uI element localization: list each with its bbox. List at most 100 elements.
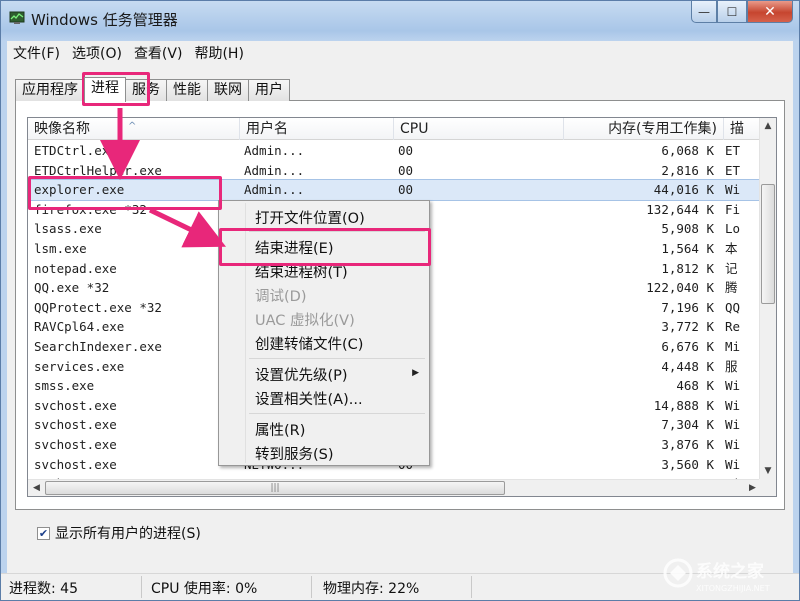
cell-cpu: 00	[398, 162, 414, 178]
cell-memory: 4,448 K	[661, 358, 714, 374]
cell-memory: 1,812 K	[661, 260, 714, 276]
sort-ascending-icon: ^	[128, 121, 137, 132]
maximize-button[interactable]: ☐	[717, 1, 747, 23]
menu-go-to-service[interactable]: 转到服务(S)	[255, 443, 334, 464]
watermark-logo: 系统之家 XITONGZHIJIA.NET	[663, 558, 770, 593]
vertical-scrollbar[interactable]: ▲ ▼	[759, 118, 776, 480]
show-all-users-checkbox[interactable]: ✔	[37, 526, 50, 540]
cell-description: Wi	[725, 436, 741, 452]
cell-image-name: QQ.exe *32	[34, 280, 110, 296]
highlight-end-process	[219, 228, 431, 266]
cell-description: Wi	[725, 378, 741, 394]
tab-networking[interactable]: 联网	[207, 79, 249, 101]
cell-memory: 44,016 K	[653, 182, 714, 198]
menu-debug: 调试(D)	[255, 289, 307, 305]
menu-create-dump-file[interactable]: 创建转储文件(C)	[255, 333, 363, 354]
menu-help[interactable]: 帮助(H)	[188, 43, 249, 63]
menu-separator	[249, 413, 425, 414]
tab-users[interactable]: 用户	[248, 79, 290, 101]
column-memory[interactable]: 内存(专用工作集)	[564, 118, 724, 140]
status-separator	[141, 576, 142, 598]
cell-memory: 7,196 K	[661, 299, 714, 315]
tab-applications[interactable]: 应用程序	[15, 79, 85, 101]
vertical-scroll-thumb[interactable]	[761, 184, 775, 304]
menu-set-priority[interactable]: 设置优先级(P)	[255, 364, 348, 385]
status-separator	[311, 576, 312, 598]
cell-description: Fi	[725, 201, 741, 217]
cell-memory: 132,644 K	[646, 201, 714, 217]
cell-image-name: svchost.exe	[34, 436, 117, 452]
cell-image-name: svchost.exe	[34, 456, 117, 472]
close-icon: ✕	[764, 3, 776, 20]
table-row[interactable]: ETDCtrl.exe Admin... 00 6,068 K ET	[28, 141, 761, 161]
cell-description: Re	[725, 319, 741, 335]
horizontal-scroll-thumb[interactable]: |||	[45, 481, 505, 495]
menu-set-affinity[interactable]: 设置相关性(A)...	[255, 388, 363, 409]
close-button[interactable]: ✕	[747, 1, 793, 23]
cell-description: 记	[725, 260, 738, 276]
minimize-button[interactable]: —	[691, 1, 717, 23]
submenu-arrow-icon: ▶	[412, 368, 419, 378]
column-cpu[interactable]: CPU	[394, 118, 564, 140]
cell-image-name: notepad.exe	[34, 260, 117, 276]
cell-image-name: SearchIndexer.exe	[34, 338, 162, 354]
scroll-up-icon[interactable]: ▲	[760, 118, 776, 135]
cell-image-name: RAVCpl64.exe	[34, 319, 125, 335]
menu-uac-virtualization: UAC 虚拟化(V)	[255, 313, 355, 329]
cell-memory: 2,816 K	[661, 162, 714, 178]
menu-view[interactable]: 查看(V)	[128, 43, 189, 63]
cell-description: ET	[725, 143, 741, 158]
cell-memory: 5,908 K	[661, 221, 714, 237]
cell-image-name: smss.exe	[34, 378, 95, 394]
cell-image-name: svchost.exe	[34, 397, 117, 413]
cell-memory: 3,772 K	[661, 319, 714, 335]
menu-options[interactable]: 选项(O)	[66, 43, 128, 63]
menu-bar: 文件(F) 选项(O) 查看(V) 帮助(H)	[7, 41, 793, 65]
cell-cpu: 00	[398, 143, 414, 158]
tab-processes[interactable]: 进程	[84, 77, 126, 102]
watermark-brand: 系统之家	[696, 561, 764, 582]
cell-memory: 7,304 K	[661, 417, 714, 433]
cell-cpu: 00	[398, 182, 414, 198]
cell-description: Wi	[725, 182, 741, 198]
column-image-name[interactable]: 映像名称 ^	[28, 118, 240, 140]
menu-properties[interactable]: 属性(R)	[255, 419, 305, 440]
watermark-sub: XITONGZHIJIA.NET	[696, 584, 770, 593]
list-header: 映像名称 ^ 用户名 CPU 内存(专用工作集) 描	[28, 118, 761, 140]
cell-image-name: lsm.exe	[34, 240, 87, 256]
title-bar[interactable]: Windows 任务管理器 — ☐ ✕	[1, 1, 799, 37]
scroll-left-icon[interactable]: ◀	[28, 480, 45, 496]
cell-image-name: lsass.exe	[34, 221, 102, 237]
cell-image-name: services.exe	[34, 358, 125, 374]
task-manager-icon	[9, 11, 25, 24]
menu-open-file-location[interactable]: 打开文件位置(O)	[255, 207, 365, 228]
minimize-icon: —	[698, 4, 710, 19]
cell-description: Lo	[725, 221, 741, 237]
cell-description: 腾	[725, 280, 738, 296]
tab-performance[interactable]: 性能	[166, 79, 208, 101]
column-user-name[interactable]: 用户名	[240, 118, 394, 140]
window-title: Windows 任务管理器	[31, 11, 178, 29]
cell-user-name: Admin...	[244, 162, 305, 178]
cell-description: 本	[725, 240, 738, 256]
show-all-users-option[interactable]: ✔ 显示所有用户的进程(S)	[37, 523, 201, 543]
cell-memory: 14,888 K	[653, 397, 714, 413]
cell-memory: 468 K	[676, 378, 714, 394]
cell-image-name: ETDCtrl.exe	[34, 143, 117, 158]
cell-user-name: Admin...	[244, 182, 305, 198]
menu-separator	[249, 358, 425, 359]
status-cpu-usage: CPU 使用率: 0%	[151, 581, 258, 597]
cell-description: Wi	[725, 397, 741, 413]
horizontal-scrollbar[interactable]: ◀ ||| ▶	[28, 479, 761, 496]
cell-image-name: QQProtect.exe *32	[34, 299, 162, 315]
cell-memory: 6,676 K	[661, 338, 714, 354]
cell-image-name: svchost.exe	[34, 417, 117, 433]
cell-memory: 6,068 K	[661, 143, 714, 158]
menu-file[interactable]: 文件(F)	[7, 43, 66, 63]
cell-memory: 3,876 K	[661, 436, 714, 452]
maximize-icon: ☐	[726, 4, 738, 19]
status-process-count: 进程数: 45	[9, 581, 78, 597]
column-description[interactable]: 描	[724, 118, 761, 140]
column-image-name-label: 映像名称	[34, 121, 90, 137]
scroll-down-icon[interactable]: ▼	[760, 463, 776, 480]
